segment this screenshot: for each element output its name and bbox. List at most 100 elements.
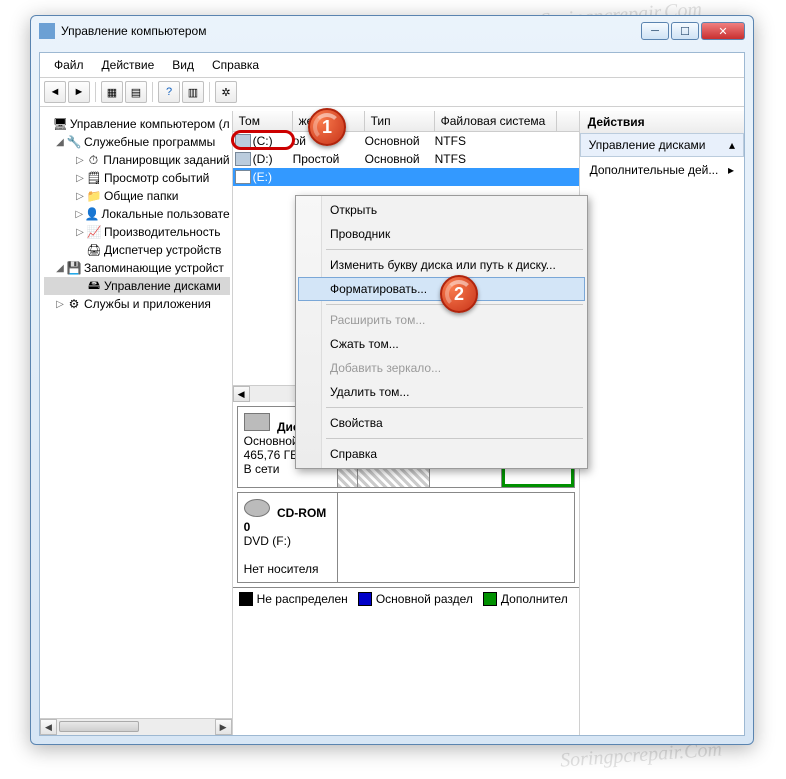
tree-local-users[interactable]: ▷👤 Локальные пользовате [44, 205, 230, 223]
tree-label: Планировщик заданий [103, 153, 229, 167]
fwd-button[interactable]: ► [68, 81, 90, 103]
tree-scrollbar[interactable]: ◀ ▶ [40, 718, 232, 735]
cd-header: CD-ROM 0 DVD (F:) Нет носителя [238, 493, 338, 582]
swatch-unallocated [239, 592, 253, 606]
tree-label: Производительность [104, 225, 220, 239]
swatch-primary [358, 592, 372, 606]
callout-badge-1: 1 [308, 108, 346, 146]
separator [326, 249, 583, 250]
menu-help[interactable]: Справка [204, 56, 267, 74]
tree-disk-management[interactable]: 🖴 Управление дисками [44, 277, 230, 295]
tree-label: Управление дисками [104, 279, 221, 293]
volume-list-header: Том жение Тип Файловая система [233, 111, 579, 132]
separator [209, 82, 210, 102]
close-button[interactable] [701, 22, 745, 40]
app-icon [39, 23, 55, 39]
vol-fs: NTFS [435, 152, 470, 166]
chevron-right-icon: ▸ [728, 163, 734, 177]
tree-performance[interactable]: ▷📈 Производительность [44, 223, 230, 241]
minimize-button[interactable] [641, 22, 669, 40]
titlebar[interactable]: Управление компьютером [31, 16, 753, 46]
menu-action[interactable]: Действие [94, 56, 163, 74]
window-title: Управление компьютером [61, 24, 641, 38]
tree-system-tools[interactable]: ◢🔧 Служебные программы [44, 133, 230, 151]
legend-unallocated: Не распределен [257, 592, 348, 606]
volume-row-e[interactable]: (E:) [233, 168, 579, 186]
callout-badge-2: 2 [440, 275, 478, 313]
vol-name: (E:) [253, 170, 293, 184]
menubar: Файл Действие Вид Справка [40, 53, 744, 78]
tree-event-viewer[interactable]: ▷🗒 Просмотр событий [44, 169, 230, 187]
vol-type: Основной [365, 134, 435, 148]
ctx-extend: Расширить том... [298, 308, 585, 332]
tree-label: Запоминающие устройст [84, 261, 224, 275]
tree-label: Служебные программы [84, 135, 215, 149]
vol-layout: Простой [293, 152, 365, 166]
separator [95, 82, 96, 102]
scroll-left[interactable]: ◀ [40, 719, 57, 735]
tree-task-scheduler[interactable]: ▷⏱ Планировщик заданий [44, 151, 230, 169]
drive-icon [235, 152, 251, 166]
tree-label: Общие папки [104, 189, 178, 203]
cd-rom[interactable]: CD-ROM 0 DVD (F:) Нет носителя [237, 492, 575, 583]
tool-3[interactable]: ▥ [182, 81, 204, 103]
scroll-right[interactable]: ▶ [215, 719, 232, 735]
ctx-change-letter[interactable]: Изменить букву диска или путь к диску... [298, 253, 585, 277]
drive-icon [235, 170, 251, 184]
tree-label: Локальные пользовате [101, 207, 229, 221]
cd-empty: Нет носителя [244, 562, 331, 576]
help-button[interactable]: ? [158, 81, 180, 103]
context-menu: Открыть Проводник Изменить букву диска и… [295, 195, 588, 469]
actions-header: Действия [580, 111, 744, 134]
callout-ring-1 [231, 130, 295, 150]
tree-label: Службы и приложения [84, 297, 211, 311]
menu-file[interactable]: Файл [46, 56, 92, 74]
tree-label: Управление компьютером (л [70, 117, 230, 131]
ctx-help[interactable]: Справка [298, 442, 585, 466]
tree-services-apps[interactable]: ▷⚙ Службы и приложения [44, 295, 230, 313]
cd-sub: DVD (F:) [244, 534, 331, 548]
scroll-left[interactable]: ◀ [233, 386, 250, 402]
volume-row-d[interactable]: (D:) Простой Основной NTFS [233, 150, 579, 168]
legend-primary: Основной раздел [376, 592, 473, 606]
col-fs[interactable]: Файловая система [435, 111, 557, 131]
scroll-track[interactable] [57, 719, 215, 735]
separator [326, 407, 583, 408]
back-button[interactable]: ◄ [44, 81, 66, 103]
collapse-icon: ▴ [729, 138, 735, 152]
swatch-extended [483, 592, 497, 606]
cd-empty-area [338, 493, 574, 582]
col-volume[interactable]: Том [233, 111, 293, 131]
tool-4[interactable]: ✲ [215, 81, 237, 103]
tree-device-manager[interactable]: 🖨 Диспетчер устройств [44, 241, 230, 259]
ctx-properties[interactable]: Свойства [298, 411, 585, 435]
actions-more[interactable]: Дополнительные дей... ▸ [580, 157, 744, 183]
tree-label: Диспетчер устройств [104, 243, 221, 257]
ctx-open[interactable]: Открыть [298, 198, 585, 222]
tree-root[interactable]: 🖥 Управление компьютером (л [44, 115, 230, 133]
scroll-thumb[interactable] [59, 721, 139, 732]
ctx-explore[interactable]: Проводник [298, 222, 585, 246]
actions-more-label: Дополнительные дей... [590, 163, 719, 177]
ctx-mirror: Добавить зеркало... [298, 356, 585, 380]
actions-dm-label: Управление дисками [589, 138, 706, 152]
menu-view[interactable]: Вид [164, 56, 202, 74]
maximize-button[interactable] [671, 22, 699, 40]
actions-pane: Действия Управление дисками ▴ Дополнител… [580, 111, 744, 735]
tree-shared-folders[interactable]: ▷📁 Общие папки [44, 187, 230, 205]
ctx-delete[interactable]: Удалить том... [298, 380, 585, 404]
vol-fs: NTFS [435, 134, 470, 148]
actions-dm[interactable]: Управление дисками ▴ [580, 133, 744, 157]
tool-1[interactable]: ▦ [101, 81, 123, 103]
tree-label: Просмотр событий [104, 171, 209, 185]
disk-icon [244, 413, 270, 431]
cd-icon [244, 499, 270, 517]
legend: Не распределен Основной раздел Дополните… [233, 587, 579, 610]
toolbar: ◄ ► ▦ ▤ ? ▥ ✲ [40, 78, 744, 107]
ctx-shrink[interactable]: Сжать том... [298, 332, 585, 356]
vol-type: Основной [365, 152, 435, 166]
tool-2[interactable]: ▤ [125, 81, 147, 103]
tree-storage[interactable]: ◢💾 Запоминающие устройст [44, 259, 230, 277]
col-type[interactable]: Тип [365, 111, 435, 131]
separator [152, 82, 153, 102]
